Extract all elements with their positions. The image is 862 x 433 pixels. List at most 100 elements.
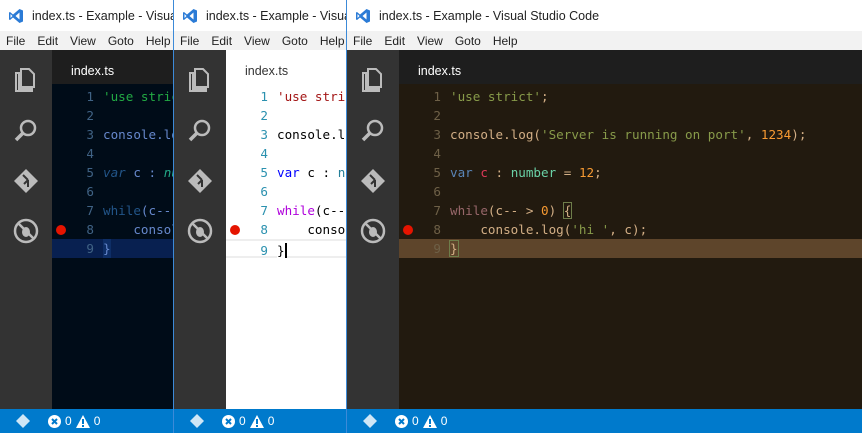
error-icon[interactable]: [222, 414, 235, 428]
breakpoint-icon[interactable]: [56, 225, 66, 235]
code-line[interactable]: 5 var c : number = 12;: [226, 163, 347, 182]
editor-tab[interactable]: index.ts: [226, 50, 347, 84]
line-number: 5: [260, 165, 268, 180]
code-line[interactable]: 5 var c : number = 12;: [399, 163, 862, 182]
debug-icon[interactable]: [187, 218, 213, 244]
code-line[interactable]: 2: [399, 106, 862, 125]
menu-file[interactable]: File: [0, 34, 31, 48]
explorer-icon[interactable]: [360, 66, 386, 92]
code-editor[interactable]: 1'use strict';23console.log('Server is r…: [226, 84, 347, 409]
git-icon[interactable]: [13, 168, 39, 194]
code-line[interactable]: 6: [399, 182, 862, 201]
menu-view[interactable]: View: [64, 34, 102, 48]
search-icon[interactable]: [360, 118, 386, 144]
code-text: 'use strict';: [277, 87, 347, 106]
explorer-icon[interactable]: [13, 66, 39, 92]
git-icon[interactable]: [360, 168, 386, 194]
code-line[interactable]: 3 console.log('Server is running on port'…: [52, 125, 174, 144]
code-line[interactable]: 5 var c : number = 12;: [52, 163, 174, 182]
code-line[interactable]: 1 'use strict';: [226, 87, 347, 106]
warning-count[interactable]: 0: [268, 414, 275, 428]
menu-help[interactable]: Help: [140, 34, 174, 48]
warning-icon[interactable]: [249, 414, 264, 428]
menu-bar: File Edit View Goto Help: [174, 31, 347, 50]
code-line[interactable]: 7 while(c-- > 0) {: [52, 201, 174, 220]
code-text: console.log('Server is running on port',…: [450, 125, 806, 144]
code-line[interactable]: 7 while(c-- > 0) {: [399, 201, 862, 220]
code-editor[interactable]: 1'use strict';23console.log('Server is r…: [399, 84, 862, 409]
line-number: 4: [433, 146, 441, 161]
debug-icon[interactable]: [13, 218, 39, 244]
git-branch-icon[interactable]: [16, 414, 30, 428]
editor-tab[interactable]: index.ts: [52, 50, 174, 84]
explorer-icon[interactable]: [187, 66, 213, 92]
token-p: ;: [541, 89, 549, 104]
code-line[interactable]: 7 while(c-- > 0) {: [226, 201, 347, 220]
error-icon[interactable]: [395, 414, 408, 428]
token-var: c: [133, 165, 141, 180]
code-line[interactable]: 9}: [399, 239, 862, 258]
error-count[interactable]: 0: [239, 414, 246, 428]
git-branch-icon[interactable]: [190, 414, 204, 428]
code-line[interactable]: 9}: [226, 239, 347, 260]
search-icon[interactable]: [13, 118, 39, 144]
warning-icon[interactable]: [75, 414, 90, 428]
menu-help[interactable]: Help: [487, 34, 524, 48]
token-p: (c-- >: [314, 203, 346, 218]
menu-file[interactable]: File: [174, 34, 205, 48]
menu-goto[interactable]: Goto: [276, 34, 314, 48]
token-ctl: while: [450, 203, 488, 218]
menu-goto[interactable]: Goto: [102, 34, 140, 48]
menu-bar: File Edit View Goto Help: [347, 31, 862, 50]
token-brace: }: [277, 243, 285, 258]
error-count[interactable]: 0: [412, 414, 419, 428]
code-line[interactable]: 4: [399, 144, 862, 163]
code-line[interactable]: 6: [52, 182, 174, 201]
line-number: 3: [86, 127, 94, 142]
token-p: =: [556, 165, 579, 180]
code-line[interactable]: 4: [226, 144, 347, 163]
menu-file[interactable]: File: [347, 34, 378, 48]
code-line[interactable]: 9}: [52, 239, 174, 258]
menu-edit[interactable]: Edit: [31, 34, 64, 48]
token-fn: console.log(: [103, 127, 174, 142]
warning-count[interactable]: 0: [94, 414, 101, 428]
menu-goto[interactable]: Goto: [449, 34, 487, 48]
line-number: 7: [86, 203, 94, 218]
code-line[interactable]: 8 console.log('hi ', c);: [226, 220, 347, 239]
code-line[interactable]: 2: [52, 106, 174, 125]
token-p: :: [487, 165, 511, 180]
code-line[interactable]: 3 console.log('Server is running on port'…: [226, 125, 347, 144]
token-p: console.log(: [450, 222, 572, 237]
activity-bar: [174, 50, 226, 409]
code-line[interactable]: 8 console.log('hi ', c);: [399, 220, 862, 239]
code-editor[interactable]: 1'use strict';23console.log('Server is r…: [52, 84, 174, 409]
menu-help[interactable]: Help: [314, 34, 347, 48]
menu-view[interactable]: View: [238, 34, 276, 48]
menu-view[interactable]: View: [411, 34, 449, 48]
warning-count[interactable]: 0: [441, 414, 448, 428]
menu-edit[interactable]: Edit: [378, 34, 411, 48]
error-icon[interactable]: [48, 414, 61, 428]
code-line[interactable]: 2: [226, 106, 347, 125]
editor-tab[interactable]: index.ts: [399, 50, 862, 84]
token-num: 12: [578, 165, 595, 180]
debug-icon[interactable]: [360, 218, 386, 244]
token-str: 'use strict': [103, 89, 174, 104]
git-branch-icon[interactable]: [363, 414, 377, 428]
error-count[interactable]: 0: [65, 414, 72, 428]
vscode-logo-icon: [356, 8, 370, 23]
breakpoint-icon[interactable]: [403, 225, 413, 235]
warning-icon[interactable]: [422, 414, 437, 428]
code-line[interactable]: 1 'use strict';: [52, 87, 174, 106]
token-p: :: [140, 165, 164, 180]
breakpoint-icon[interactable]: [230, 225, 240, 235]
code-line[interactable]: 1 'use strict';: [399, 87, 862, 106]
git-icon[interactable]: [187, 168, 213, 194]
code-line[interactable]: 4: [52, 144, 174, 163]
menu-edit[interactable]: Edit: [205, 34, 238, 48]
code-line[interactable]: 6: [226, 182, 347, 201]
code-line[interactable]: 3 console.log('Server is running on port'…: [399, 125, 862, 144]
code-line[interactable]: 8 console.log('hi ', c);: [52, 220, 174, 239]
search-icon[interactable]: [187, 118, 213, 144]
